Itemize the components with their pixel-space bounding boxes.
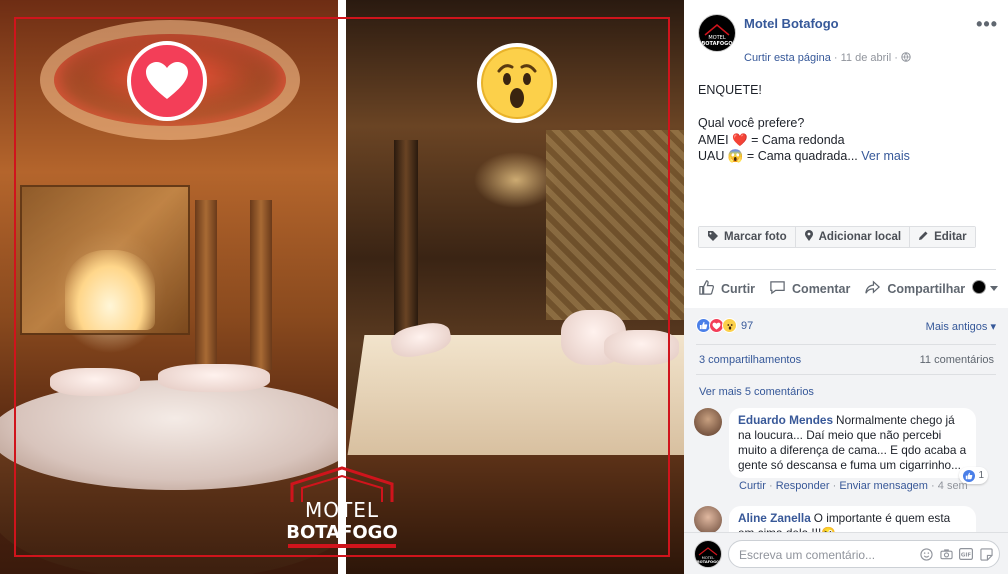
comment-author[interactable]: Aline Zanella [738, 511, 811, 525]
avatar[interactable] [694, 506, 722, 534]
composer-icons: GIF [919, 547, 993, 561]
camera-icon[interactable] [939, 547, 953, 561]
post-line: UAU 😱 = Cama quadrada... Ver mais [698, 149, 910, 163]
heart-emoji: ❤️ [732, 132, 748, 147]
logo-bar [288, 544, 396, 548]
share-icon [864, 279, 881, 299]
post-line: AMEI ❤️ = Cama redonda [698, 132, 845, 147]
svg-text:BOTAFOGO: BOTAFOGO [697, 560, 719, 564]
reaction-count[interactable]: 97 [741, 320, 753, 332]
like-page-link[interactable]: Curtir esta página [744, 52, 831, 64]
see-more-link[interactable]: Ver mais [858, 149, 910, 163]
gif-icon[interactable]: GIF [959, 547, 973, 561]
avatar[interactable] [694, 408, 722, 436]
send-message-link[interactable]: Enviar mensagem [839, 480, 928, 492]
page-avatar-small: MOTEL BOTAFOGO [694, 540, 722, 568]
divider [696, 269, 996, 270]
comment-composer: MOTEL BOTAFOGO Escreva um comentário... … [684, 532, 1008, 574]
edit-button[interactable]: Editar [910, 227, 975, 247]
comment-time[interactable]: 4 sem [938, 480, 968, 492]
globe-icon [901, 52, 911, 64]
wow-reaction-icon [722, 318, 737, 333]
post-as-selector[interactable] [972, 280, 998, 294]
thumbs-up-icon [698, 279, 715, 299]
tag-icon [707, 230, 719, 245]
pencil-icon [918, 230, 929, 244]
caret-down-icon [990, 280, 998, 294]
scream-emoji: 😱 [727, 149, 744, 163]
tag-photo-button[interactable]: Marcar foto [699, 227, 796, 247]
comment-like-link[interactable]: Curtir [739, 480, 766, 492]
shares-link[interactable]: 3 compartilhamentos [699, 354, 801, 366]
add-location-button[interactable]: Adicionar local [795, 227, 911, 247]
post-line: Qual você prefere? [698, 116, 805, 130]
post-panel: MOTEL BOTAFOGO Motel Botafogo Curtir est… [684, 0, 1008, 574]
sticker-icon[interactable] [979, 547, 993, 561]
post-meta: Curtir esta página · 11 de abril · [744, 52, 911, 64]
page-avatar[interactable]: MOTEL BOTAFOGO [698, 14, 736, 52]
logo-text: BOTAFOGO [286, 522, 398, 543]
separator-dot: · [894, 52, 898, 64]
comment-placeholder: Escreva um comentário... [739, 548, 876, 562]
comment-input[interactable]: Escreva um comentário... GIF [728, 540, 1000, 568]
comment-actions: Curtir · Responder · Enviar mensagem · 4… [739, 480, 968, 492]
page-name[interactable]: Motel Botafogo [744, 16, 839, 31]
svg-text:GIF: GIF [961, 553, 972, 559]
comments-count[interactable]: 11 comentários [920, 354, 994, 366]
emoji-icon[interactable] [919, 547, 933, 561]
post-date[interactable]: 11 de abril [841, 52, 892, 64]
comment-order-dropdown[interactable]: Mais antigos ▾ [926, 320, 996, 333]
wow-icon [477, 43, 557, 123]
comment-button[interactable]: Comentar [769, 279, 850, 299]
post-photo[interactable]: MOTEL BOTAFOGO [0, 0, 684, 574]
divider [696, 344, 996, 345]
separator-dot: · [833, 52, 838, 64]
view-more-comments[interactable]: Ver mais 5 comentários [699, 386, 814, 398]
comment-reply-link[interactable]: Responder [776, 480, 830, 492]
comment-author[interactable]: Eduardo Mendes [738, 413, 833, 427]
share-button[interactable]: Compartilhar [864, 279, 965, 299]
svg-text:BOTAFOGO: BOTAFOGO [702, 41, 733, 47]
like-button[interactable]: Curtir [698, 279, 755, 299]
photo-actions: Marcar foto Adicionar local Editar [698, 226, 976, 248]
post-text: ENQUETE! Qual você prefere? AMEI ❤️ = Ca… [698, 82, 994, 165]
comment-icon [769, 279, 786, 299]
page-avatar-small [972, 280, 986, 294]
reactions-summary[interactable]: 97 [696, 318, 753, 333]
motel-logo: MOTEL BOTAFOGO [284, 466, 400, 550]
comment-bubble: Eduardo Mendes Normalmente chego já na lo… [729, 408, 988, 484]
more-options-icon[interactable]: ••• [976, 14, 998, 35]
divider [696, 374, 996, 375]
logo-text: MOTEL [305, 498, 379, 522]
post-line: ENQUETE! [698, 83, 762, 97]
post-action-bar: Curtir Comentar Compartilhar [698, 278, 998, 300]
location-pin-icon [804, 229, 814, 245]
post-header: MOTEL BOTAFOGO Motel Botafogo Curtir est… [698, 14, 998, 64]
love-icon [127, 41, 207, 121]
